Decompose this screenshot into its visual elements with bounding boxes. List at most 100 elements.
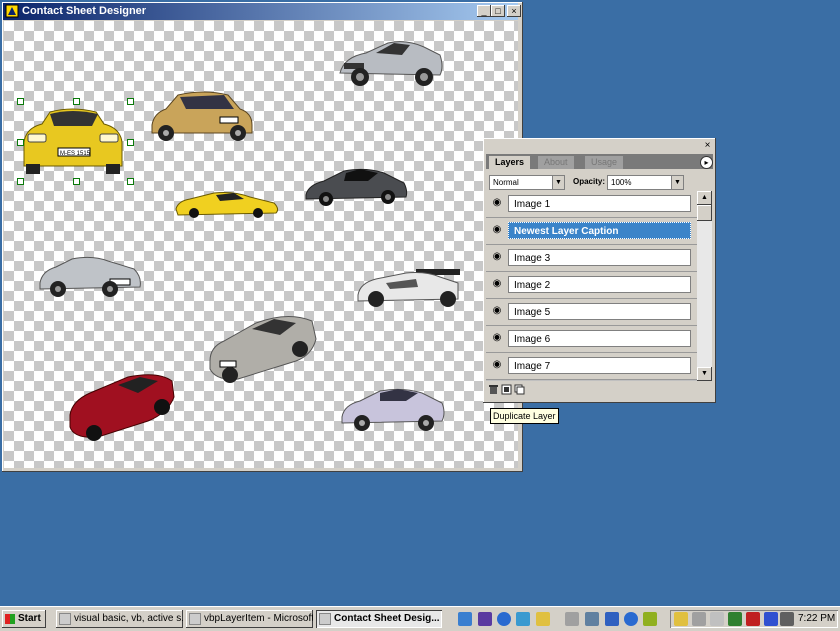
car-image-red-sportscar[interactable] <box>68 371 178 443</box>
selection-handle[interactable] <box>17 139 24 146</box>
tray-icon[interactable] <box>780 612 794 626</box>
tooltip: Duplicate Layer <box>490 408 559 424</box>
palette-button-bar <box>486 383 713 398</box>
chevron-down-icon[interactable]: ▼ <box>671 176 683 189</box>
taskbar-button-label: visual basic, vb, active s... <box>74 613 183 624</box>
app-icon <box>59 613 71 625</box>
taskbar-button[interactable]: Contact Sheet Desig... <box>316 610 442 628</box>
minimize-button[interactable]: _ <box>477 5 491 17</box>
contact-sheet-canvas[interactable]: M-ES 1515 <box>4 21 518 468</box>
eye-icon[interactable]: ◉ <box>492 360 502 370</box>
layer-caption[interactable]: Image 7 <box>508 357 691 374</box>
quicklaunch-icon[interactable] <box>643 612 657 626</box>
eye-icon[interactable]: ◉ <box>492 279 502 289</box>
clock[interactable]: 7:22 PM <box>798 610 835 628</box>
duplicate-layer-icon[interactable] <box>514 384 525 395</box>
selection-handle[interactable] <box>73 178 80 185</box>
chevron-down-icon[interactable]: ▼ <box>552 176 564 189</box>
scrollbar-thumb[interactable] <box>697 205 712 221</box>
quicklaunch-icon[interactable] <box>565 612 579 626</box>
svg-text:M-ES 1515: M-ES 1515 <box>60 151 91 157</box>
new-layer-icon[interactable] <box>501 384 512 395</box>
layer-caption[interactable]: Image 6 <box>508 330 691 347</box>
internet-explorer-icon[interactable] <box>624 612 638 626</box>
app-icon[interactable] <box>5 4 19 18</box>
selection-handle[interactable] <box>73 98 80 105</box>
eye-icon[interactable]: ◉ <box>492 333 502 343</box>
car-image-race-car[interactable] <box>356 265 462 309</box>
layer-list-scrollbar[interactable]: ▲ ▼ <box>697 191 712 381</box>
trash-icon[interactable] <box>488 384 499 395</box>
maximize-button[interactable]: □ <box>491 5 505 17</box>
car-image-dark-coupe[interactable] <box>304 165 410 209</box>
tray-icon[interactable] <box>746 612 760 626</box>
quicklaunch-icon[interactable] <box>585 612 599 626</box>
scroll-down-arrow-icon[interactable]: ▼ <box>697 367 712 381</box>
app-icon <box>189 613 201 625</box>
layer-row[interactable]: ◉ Image 7 <box>486 353 697 380</box>
car-image-gold-sedan[interactable] <box>148 89 256 145</box>
layer-row[interactable]: ◉ Image 3 <box>486 245 697 272</box>
blend-mode-select[interactable]: Normal ▼ <box>489 175 565 190</box>
selection-handle[interactable] <box>17 178 24 185</box>
system-tray: 7:22 PM <box>670 610 838 628</box>
layer-list: ◉ Image 1 ◉ Newest Layer Caption ◉ Image… <box>486 191 697 381</box>
tray-icon[interactable] <box>728 612 742 626</box>
layer-caption[interactable]: Newest Layer Caption <box>508 222 691 239</box>
eye-icon[interactable]: ◉ <box>492 198 502 208</box>
layer-caption[interactable]: Image 2 <box>508 276 691 293</box>
palette-close-button[interactable]: × <box>702 141 713 152</box>
quicklaunch-icon[interactable] <box>605 612 619 626</box>
layer-row[interactable]: ◉ Image 2 <box>486 272 697 299</box>
quicklaunch-icon[interactable] <box>478 612 492 626</box>
taskbar: Start visual basic, vb, active s... vbpL… <box>0 606 840 631</box>
blend-mode-value: Normal <box>493 178 519 187</box>
eye-icon[interactable]: ◉ <box>492 252 502 262</box>
layer-row[interactable]: ◉ Image 5 <box>486 299 697 326</box>
car-image-silver-convertible[interactable] <box>208 309 318 385</box>
selection-handle[interactable] <box>127 98 134 105</box>
car-image-silver-roadster[interactable] <box>336 29 446 91</box>
internet-explorer-icon[interactable] <box>497 612 511 626</box>
layer-caption[interactable]: Image 3 <box>508 249 691 266</box>
selection-handle[interactable] <box>127 178 134 185</box>
close-button[interactable]: × <box>507 5 521 17</box>
tray-icon[interactable] <box>764 612 778 626</box>
car-image-yellow-sedan[interactable]: M-ES 1515 <box>20 104 126 182</box>
quicklaunch-icon[interactable] <box>458 612 472 626</box>
layer-row[interactable]: ◉ Newest Layer Caption <box>486 218 697 245</box>
car-image-lilac-coupe[interactable] <box>340 385 448 435</box>
opacity-value: 100% <box>611 178 632 187</box>
taskbar-button[interactable]: visual basic, vb, active s... <box>56 610 183 628</box>
start-button[interactable]: Start <box>2 610 46 628</box>
app-icon <box>319 613 331 625</box>
taskbar-button[interactable]: vbpLayerItem - Microsoft ... <box>186 610 313 628</box>
quicklaunch-icon[interactable] <box>516 612 530 626</box>
taskbar-button-label: Contact Sheet Desig... <box>334 613 440 624</box>
opacity-select[interactable]: 100% ▼ <box>607 175 684 190</box>
quicklaunch-icon[interactable] <box>536 612 550 626</box>
scroll-up-arrow-icon[interactable]: ▲ <box>697 191 712 205</box>
eye-icon[interactable]: ◉ <box>492 306 502 316</box>
palette-menu-arrow-icon[interactable]: ▸ <box>700 156 713 169</box>
tab-about[interactable]: About <box>538 156 574 169</box>
tray-icon[interactable] <box>674 612 688 626</box>
selection-handle[interactable] <box>127 139 134 146</box>
layer-row[interactable]: ◉ Image 1 <box>486 191 697 218</box>
tray-icon[interactable] <box>692 612 706 626</box>
start-label: Start <box>18 613 41 624</box>
tab-usage[interactable]: Usage <box>585 156 624 169</box>
selection-handle[interactable] <box>17 98 24 105</box>
tab-layers[interactable]: Layers <box>489 156 531 169</box>
eye-icon[interactable]: ◉ <box>492 225 502 235</box>
windows-logo-icon <box>5 614 15 624</box>
volume-icon[interactable] <box>710 612 724 626</box>
car-image-yellow-supercar[interactable] <box>174 189 282 219</box>
layers-palette: × Layers About Usage ▸ Normal ▼ Opacity:… <box>483 138 716 403</box>
opacity-label: Opacity: <box>573 177 606 186</box>
layer-caption[interactable]: Image 5 <box>508 303 691 320</box>
car-image-silver-roadster-2[interactable] <box>38 251 144 299</box>
title-bar[interactable]: Contact Sheet Designer _ □ × <box>3 3 521 20</box>
layer-caption[interactable]: Image 1 <box>508 195 691 212</box>
layer-row[interactable]: ◉ Image 6 <box>486 326 697 353</box>
